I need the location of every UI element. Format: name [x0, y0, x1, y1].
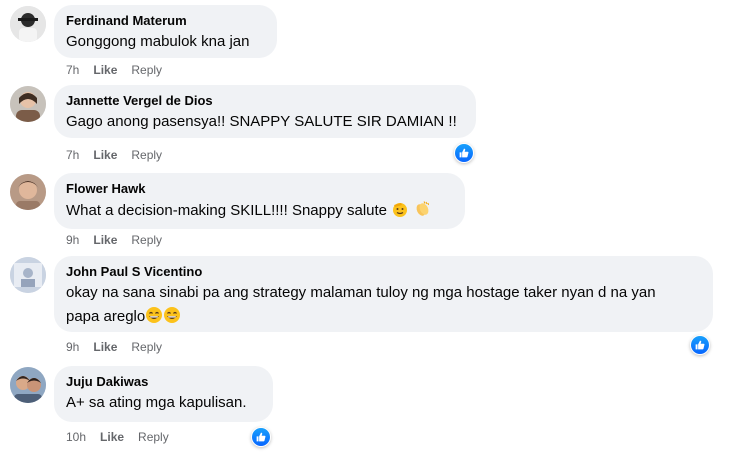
comment-actions: 7h Like Reply — [66, 148, 162, 162]
comment-time[interactable]: 9h — [66, 233, 79, 247]
like-button[interactable]: Like — [93, 340, 117, 354]
reply-button[interactable]: Reply — [131, 148, 162, 162]
comment-time[interactable]: 10h — [66, 430, 86, 444]
comment-actions: 10h Like Reply — [66, 430, 169, 444]
comment-text-content: What a decision-making SKILL!!!! Snappy … — [66, 202, 388, 219]
reply-button[interactable]: Reply — [138, 430, 169, 444]
like-reaction-icon — [455, 144, 473, 162]
reply-button[interactable]: Reply — [131, 340, 162, 354]
reaction-count[interactable] — [251, 427, 271, 447]
like-reaction-icon — [691, 336, 709, 354]
avatar[interactable] — [10, 367, 46, 403]
like-button[interactable]: Like — [100, 430, 124, 444]
like-button[interactable]: Like — [93, 233, 117, 247]
comment-bubble: Flower Hawk What a decision-making SKILL… — [54, 173, 465, 229]
reaction-count[interactable] — [690, 335, 710, 355]
like-button[interactable]: Like — [93, 148, 117, 162]
like-reaction-icon — [252, 428, 270, 446]
grinning-smiling-eyes-emoji — [163, 306, 181, 324]
comment-time[interactable]: 7h — [66, 148, 79, 162]
comment-bubble: Jannette Vergel de Dios Gago anong pasen… — [54, 85, 476, 138]
like-button[interactable]: Like — [93, 63, 117, 77]
avatar[interactable] — [10, 257, 46, 293]
comment-text: okay na sana sinabi pa ang strategy mala… — [66, 283, 701, 327]
comment-actions: 9h Like Reply — [66, 233, 162, 247]
reaction-count[interactable] — [454, 143, 474, 163]
comment-bubble: Juju Dakiwas A+ sa ating mga kapulisan. — [54, 366, 273, 422]
avatar[interactable] — [10, 174, 46, 210]
reply-button[interactable]: Reply — [131, 233, 162, 247]
clapping-hands-emoji — [413, 200, 431, 218]
comment-actions: 7h Like Reply — [66, 63, 162, 77]
comment-author[interactable]: Juju Dakiwas — [66, 374, 261, 390]
comment-text: A+ sa ating mga kapulisan. — [66, 394, 247, 411]
comment-text: What a decision-making SKILL!!!! Snappy … — [66, 200, 453, 221]
grinning-smiling-eyes-emoji — [145, 306, 163, 324]
saluting-face-emoji — [391, 200, 409, 218]
comment-author[interactable]: John Paul S Vicentino — [66, 264, 701, 280]
comment-text-line: okay na sana sinabi pa ang strategy mala… — [66, 284, 656, 301]
comment-text: Gonggong mabulok kna jan — [66, 33, 250, 50]
avatar[interactable] — [10, 6, 46, 42]
comment-text-line: papa areglo — [66, 306, 701, 327]
comment-text-content: papa areglo — [66, 308, 146, 325]
comment-bubble: John Paul S Vicentino okay na sana sinab… — [54, 256, 713, 332]
comment-author[interactable]: Flower Hawk — [66, 181, 453, 197]
comment-actions: 9h Like Reply — [66, 340, 162, 354]
avatar[interactable] — [10, 86, 46, 122]
comment-time[interactable]: 7h — [66, 63, 79, 77]
comment-author[interactable]: Ferdinand Materum — [66, 13, 265, 29]
comment-author[interactable]: Jannette Vergel de Dios — [66, 93, 464, 109]
comment-text: Gago anong pasensya!! SNAPPY SALUTE SIR … — [66, 113, 457, 130]
reply-button[interactable]: Reply — [131, 63, 162, 77]
comment-time[interactable]: 9h — [66, 340, 79, 354]
comment-bubble: Ferdinand Materum Gonggong mabulok kna j… — [54, 5, 277, 58]
